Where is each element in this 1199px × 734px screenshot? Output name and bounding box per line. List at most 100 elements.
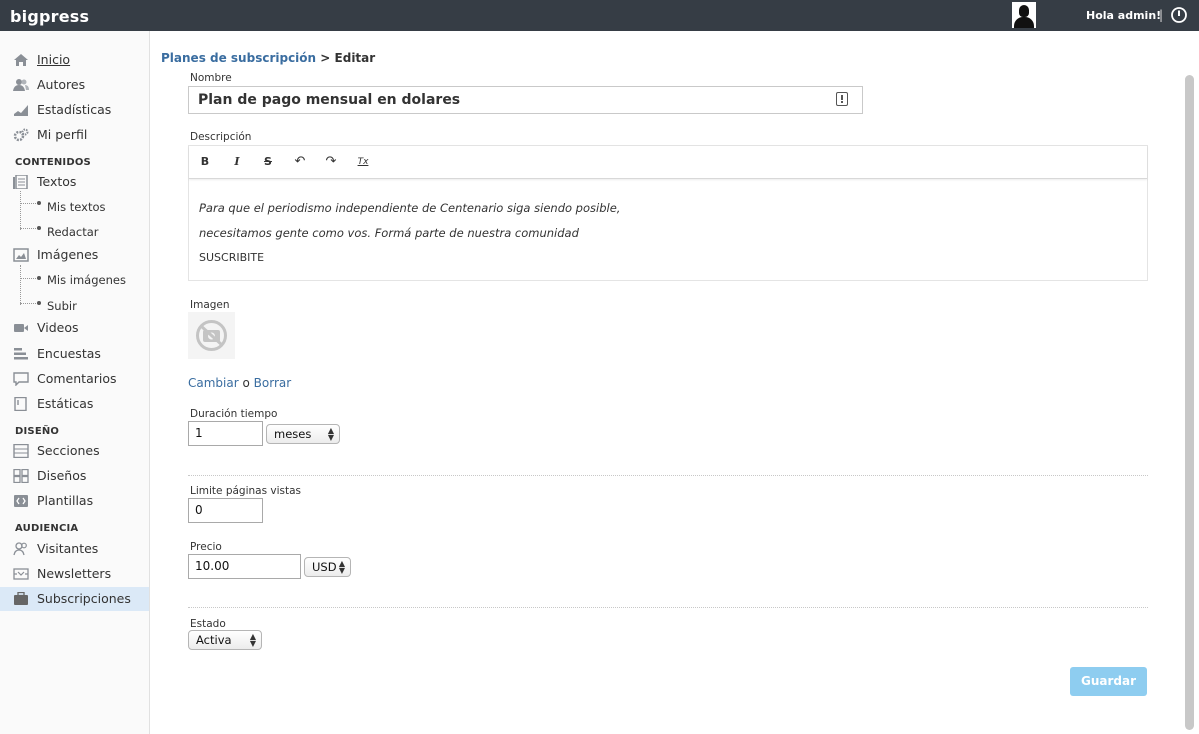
home-icon [14,54,28,66]
sidebar-item-label: Subscripciones [37,591,131,606]
sidebar-item-label: Redactar [47,225,99,239]
sidebar-item-visitantes[interactable]: Visitantes [0,537,149,561]
sidebar-item-label: Diseños [37,468,87,483]
sidebar-item-label: Estadísticas [37,102,112,117]
sidebar-item-videos[interactable]: Videos [0,316,149,340]
section-heading-contenidos: CONTENIDOS [15,157,91,168]
sidebar-item-textos[interactable]: Textos [0,170,149,194]
breadcrumb: Planes de subscripción > Editar [161,51,375,65]
sidebar-subitem-mis-textos[interactable]: Mis textos [0,196,149,218]
undo-button[interactable]: ↶ [292,153,308,171]
sidebar-subitem-redactar[interactable]: Redactar [0,221,149,243]
sidebar-item-autores[interactable]: Autores [0,73,149,97]
duracion-unit-value: meses [274,427,312,441]
breadcrumb-separator: > [320,51,331,65]
newsletter-icon [13,568,29,580]
section-heading-audiencia: AUDIENCIA [15,523,79,534]
divider [188,475,1148,476]
sidebar-item-label: Visitantes [37,541,99,556]
or-text: o [242,376,250,390]
sidebar-item-label: Newsletters [37,566,112,581]
section-heading-diseno: DISEÑO [15,426,60,437]
borrar-link[interactable]: Borrar [254,376,292,390]
select-arrows-icon: ▲ ▼ [338,559,345,575]
list-icon [13,444,29,458]
image-placeholder[interactable] [188,312,235,359]
sidebar-item-inicio[interactable]: Inicio [0,48,149,72]
strikethrough-button[interactable]: S [260,153,276,171]
poll-bars-icon [14,348,28,360]
scrollbar-thumb[interactable] [1185,75,1194,730]
sidebar-item-imagenes[interactable]: Imágenes [0,243,149,267]
descripcion-label: Descripción [190,131,252,143]
stats-icon [14,105,28,116]
moneda-select[interactable]: USD ▲ ▼ [304,557,351,577]
breadcrumb-current: Editar [334,51,376,65]
sidebar-item-label: Encuestas [37,346,101,361]
user-avatar-icon[interactable] [1012,2,1036,28]
divider [188,607,1148,608]
sidebar-item-estaticas[interactable]: Estáticas [0,392,149,416]
video-camera-icon [14,324,28,332]
logout-power-icon[interactable] [1170,6,1188,24]
italic-button[interactable]: I [229,153,245,171]
estado-label: Estado [190,618,226,630]
bold-button[interactable]: B [197,153,213,171]
limite-input[interactable]: 0 [188,498,263,523]
sidebar-item-label: Subir [47,299,77,313]
main-content: Planes de subscripción > Editar Nombre P… [150,31,1199,734]
precio-input[interactable]: 10.00 [188,554,301,579]
sidebar-item-label: Estáticas [37,396,94,411]
sidebar-item-disenos[interactable]: Diseños [0,464,149,488]
sidebar-item-label: Inicio [37,52,71,67]
sidebar-item-newsletters[interactable]: Newsletters [0,562,149,586]
sidebar-subitem-subir[interactable]: Subir [0,295,149,317]
nombre-label: Nombre [190,72,232,84]
sidebar-item-estadisticas[interactable]: Estadísticas [0,98,149,122]
sidebar-subitem-mis-imagenes[interactable]: Mis imágenes [0,269,149,291]
no-image-camera-icon [196,320,227,351]
sidebar-item-label: Plantillas [37,493,94,508]
user-greeting[interactable]: Hola admin! [1086,9,1161,22]
sidebar-item-label: Mis imágenes [47,273,126,287]
grid-icon [13,469,29,483]
image-actions: Cambiar o Borrar [188,376,291,390]
sidebar: Inicio Autores Estadísticas Mi perfil CO… [0,31,150,734]
sidebar-item-comentarios[interactable]: Comentarios [0,367,149,391]
imagen-label: Imagen [190,299,230,311]
estado-value: Activa [196,633,232,647]
document-icon [13,175,28,189]
cambiar-link[interactable]: Cambiar [188,376,239,390]
guardar-button[interactable]: Guardar [1070,667,1147,696]
users-icon [13,79,29,91]
sidebar-item-label: Mis textos [47,200,106,214]
sidebar-item-label: Comentarios [37,371,117,386]
top-bar: bigpress Hola admin! | [0,0,1199,31]
description-line-1: Para que el periodismo independiente de … [199,201,621,215]
brand-logo[interactable]: bigpress [10,7,89,26]
sidebar-item-label: Secciones [37,443,100,458]
rich-text-editor[interactable]: B I S ↶ ↷ Tx Para que el periodismo inde… [188,145,1148,281]
nombre-input[interactable]: Plan de pago mensual en dolares [188,86,863,114]
estado-select[interactable]: Activa ▲ ▼ [188,630,262,650]
redo-button[interactable]: ↷ [323,153,339,171]
duracion-input[interactable]: 1 [188,421,263,446]
sidebar-item-encuestas[interactable]: Encuestas [0,342,149,366]
sidebar-item-perfil[interactable]: Mi perfil [0,123,149,147]
select-arrows-icon: ▲ ▼ [327,426,334,442]
sidebar-item-plantillas[interactable]: Plantillas [0,489,149,513]
sidebar-item-label: Imágenes [37,247,99,262]
moneda-value: USD [312,560,337,574]
code-template-icon [14,495,28,507]
sidebar-item-secciones[interactable]: Secciones [0,439,149,463]
clear-format-button[interactable]: Tx [355,153,371,171]
field-info-icon[interactable] [836,92,848,106]
duracion-unit-select[interactable]: meses ▲ ▼ [266,424,340,444]
briefcase-icon [14,592,28,605]
page-icon [14,397,27,411]
gears-icon [13,128,29,142]
duracion-label: Duración tiempo [190,408,278,420]
sidebar-item-subscripciones[interactable]: Subscripciones [0,587,149,611]
sidebar-item-label: Videos [37,320,79,335]
breadcrumb-link-planes[interactable]: Planes de subscripción [161,51,316,65]
